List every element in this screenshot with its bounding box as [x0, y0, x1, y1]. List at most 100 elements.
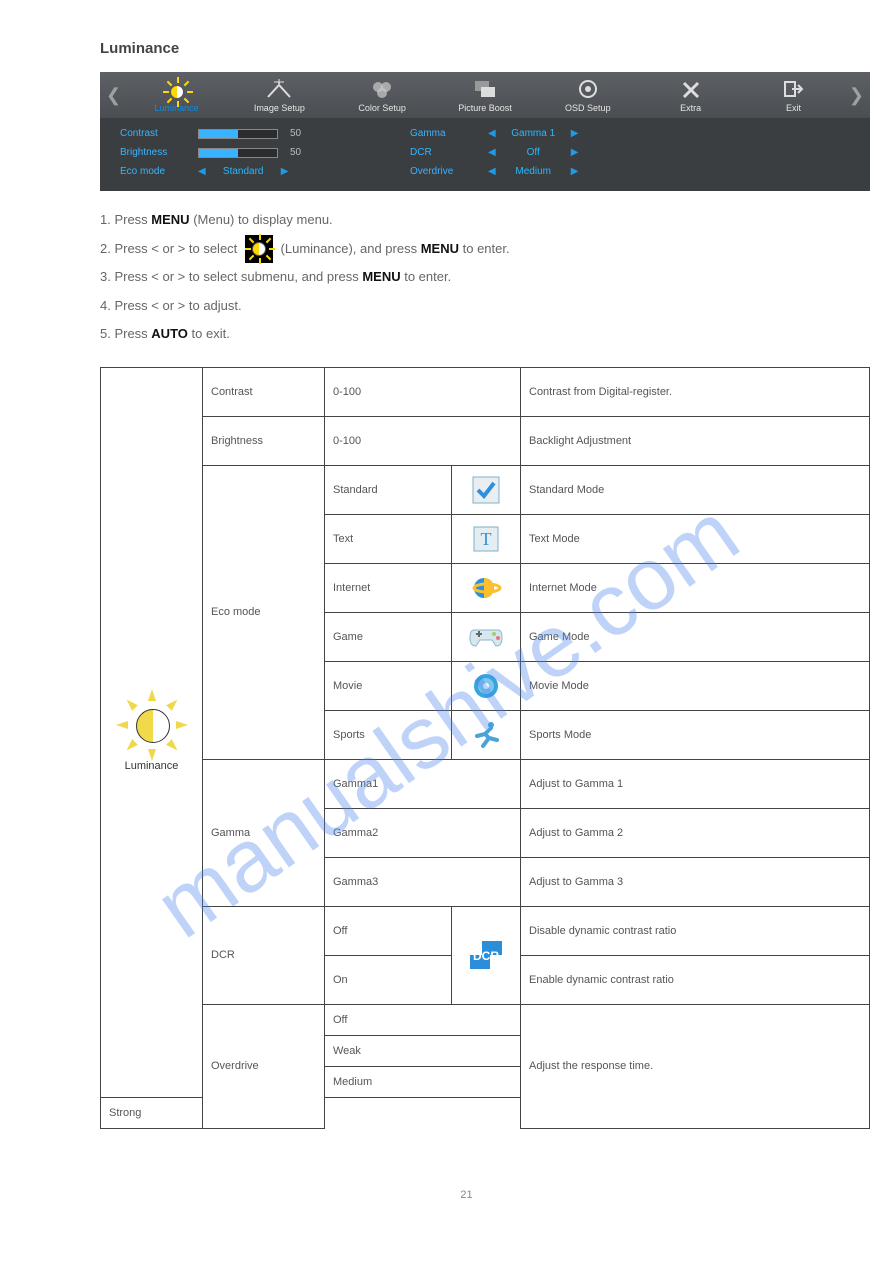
- desc-cell: Movie Mode: [521, 661, 870, 710]
- desc-cell: Disable dynamic contrast ratio: [521, 906, 870, 955]
- tab-label: OSD Setup: [565, 103, 611, 113]
- osd-tab-luminance[interactable]: Luminance: [125, 77, 228, 113]
- option-cell: Sports: [325, 710, 452, 759]
- menu-keyword: MENU: [362, 269, 400, 284]
- arrow-left-icon[interactable]: ◀: [488, 128, 496, 139]
- desc-cell: Game Mode: [521, 612, 870, 661]
- check-icon: [452, 465, 521, 514]
- osd-tab-extra[interactable]: Extra: [639, 77, 742, 113]
- osd-row-gamma[interactable]: Gamma ◀ Gamma 1 ▶: [410, 128, 578, 139]
- option-cell: Text: [325, 514, 452, 563]
- auto-keyword: AUTO: [151, 326, 188, 341]
- option-cell: Movie: [325, 661, 452, 710]
- text: to exit.: [192, 326, 230, 341]
- value: Off: [506, 147, 561, 158]
- slider[interactable]: [198, 148, 278, 158]
- option-cell: Medium: [325, 1066, 521, 1097]
- arrow-right-icon[interactable]: ▶: [571, 128, 579, 139]
- arrow-left-icon[interactable]: ◀: [198, 166, 206, 177]
- value: 50: [290, 147, 310, 158]
- text: 4. Press < or > to adjust.: [100, 292, 833, 321]
- arrow-right-icon[interactable]: ▶: [571, 166, 579, 177]
- option-cell: Gamma1: [325, 759, 521, 808]
- luminance-table: Luminance Contrast 0-100 Contrast from D…: [100, 367, 870, 1129]
- osd-row-dcr[interactable]: DCR ◀ Off ▶: [410, 147, 578, 158]
- tab-label: Image Setup: [254, 103, 305, 113]
- setting-cell: Eco mode: [203, 465, 325, 759]
- desc-cell: Contrast from Digital-register.: [521, 367, 870, 416]
- osd-tab-picture[interactable]: Picture Boost: [434, 77, 537, 113]
- option-cell: Off: [325, 1004, 521, 1035]
- extra-icon: [671, 79, 711, 101]
- desc-cell: Adjust to Gamma 2: [521, 808, 870, 857]
- text: to enter.: [463, 241, 510, 256]
- osd-tab-exit[interactable]: Exit: [742, 77, 845, 113]
- osd-row-overdrive[interactable]: Overdrive ◀ Medium ▶: [410, 166, 578, 177]
- setting-cell: Contrast: [203, 367, 325, 416]
- color-setup-icon: [362, 79, 402, 101]
- osd-row-eco[interactable]: Eco mode ◀ Standard ▶: [120, 166, 310, 177]
- osd-label: Overdrive: [410, 166, 476, 177]
- section-title: Luminance: [100, 40, 833, 57]
- osd-panel: ❮ Luminance Image Setup: [100, 72, 870, 191]
- text: 3. Press < or > to select submenu, and p…: [100, 269, 362, 284]
- osd-prev-arrow-icon[interactable]: ❮: [102, 85, 125, 106]
- menu-keyword: MENU: [151, 212, 189, 227]
- osd-tab-color[interactable]: Color Setup: [331, 77, 434, 113]
- category-label: Luminance: [125, 760, 179, 772]
- option-cell: Gamma2: [325, 808, 521, 857]
- tab-label: Exit: [786, 103, 801, 113]
- setting-cell: DCR: [203, 906, 325, 1004]
- text: 1. Press: [100, 212, 151, 227]
- arrow-left-icon[interactable]: ◀: [488, 166, 496, 177]
- option-cell: Strong: [101, 1097, 325, 1128]
- value: Gamma 1: [506, 128, 561, 139]
- picture-boost-icon: [465, 79, 505, 101]
- osd-tab-osd[interactable]: OSD Setup: [536, 77, 639, 113]
- arrow-right-icon[interactable]: ▶: [571, 147, 579, 158]
- arrow-right-icon[interactable]: ▶: [281, 166, 289, 177]
- desc-cell: Enable dynamic contrast ratio: [521, 955, 870, 1004]
- osd-settings: Contrast 50 Brightness 50 Eco mode ◀ Sta…: [100, 118, 870, 191]
- setting-cell: Gamma: [203, 759, 325, 906]
- luminance-icon: [157, 79, 197, 101]
- osd-row-contrast[interactable]: Contrast 50: [120, 128, 310, 139]
- exit-icon: [773, 79, 813, 101]
- osd-label: DCR: [410, 147, 476, 158]
- range-cell: 0-100: [325, 416, 521, 465]
- internet-icon: [452, 563, 521, 612]
- page-number: 21: [100, 1189, 833, 1201]
- arrow-left-icon[interactable]: ◀: [488, 147, 496, 158]
- tab-label: Color Setup: [358, 103, 406, 113]
- option-cell: Standard: [325, 465, 452, 514]
- runner-icon: [452, 710, 521, 759]
- desc-cell: Backlight Adjustment: [521, 416, 870, 465]
- gamepad-icon: [452, 612, 521, 661]
- disc-icon: [452, 661, 521, 710]
- slider[interactable]: [198, 129, 278, 139]
- osd-row-brightness[interactable]: Brightness 50: [120, 147, 310, 158]
- desc-cell: Adjust to Gamma 3: [521, 857, 870, 906]
- option-cell: Off: [325, 906, 452, 955]
- range-cell: 0-100: [325, 367, 521, 416]
- tab-label: Picture Boost: [458, 103, 512, 113]
- instructions: 1. Press MENU (Menu) to display menu. 2.…: [100, 206, 833, 349]
- category-cell: Luminance: [101, 367, 203, 1097]
- osd-setup-icon: [568, 79, 608, 101]
- desc-cell: Internet Mode: [521, 563, 870, 612]
- image-setup-icon: [259, 79, 299, 101]
- text: 5. Press: [100, 326, 151, 341]
- luminance-big-icon: [120, 693, 184, 757]
- osd-tab-image[interactable]: Image Setup: [228, 77, 331, 113]
- option-cell: Game: [325, 612, 452, 661]
- option-cell: Weak: [325, 1035, 521, 1066]
- dcr-icon: DCR: [452, 906, 521, 1004]
- svg-text:T: T: [481, 529, 492, 549]
- text: (Luminance), and press: [281, 241, 421, 256]
- value: 50: [290, 128, 310, 139]
- osd-label: Brightness: [120, 147, 186, 158]
- option-cell: Internet: [325, 563, 452, 612]
- osd-next-arrow-icon[interactable]: ❯: [845, 85, 868, 106]
- text: (Menu) to display menu.: [193, 212, 332, 227]
- tab-label: Extra: [680, 103, 701, 113]
